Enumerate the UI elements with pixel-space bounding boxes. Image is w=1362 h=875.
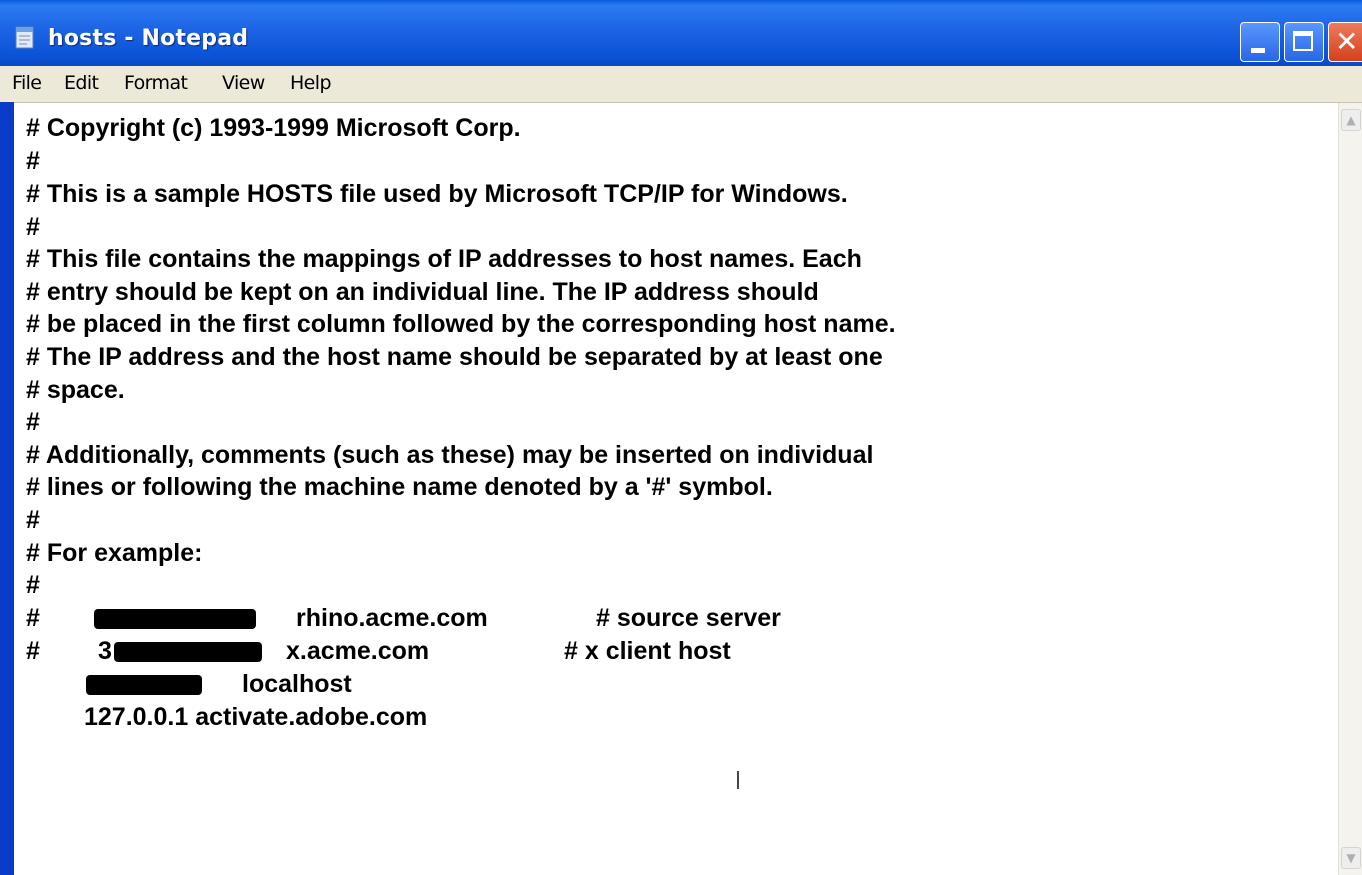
editor-line: # entry should be kept on an individual … [26, 278, 819, 306]
scroll-up-button[interactable]: ▲ [1341, 109, 1361, 131]
scroll-down-icon: ▼ [1346, 851, 1356, 865]
text-editor[interactable]: # Copyright (c) 1993-1999 Microsoft Corp… [14, 103, 1338, 875]
maximize-icon [1293, 31, 1313, 51]
editor-line: # This is a sample HOSTS file used by Mi… [26, 180, 848, 208]
title-bar[interactable]: hosts - Notepad ✕ [0, 0, 1362, 66]
editor-line: # [26, 408, 40, 436]
menu-edit[interactable]: Edit [64, 72, 99, 94]
minimize-button[interactable] [1240, 22, 1280, 62]
editor-line: # Additionally, comments (such as these)… [26, 441, 874, 469]
editor-line: # This file contains the mappings of IP … [26, 245, 862, 273]
editor-line: # For example: [26, 539, 203, 567]
example-hash: # [26, 637, 40, 665]
menu-view[interactable]: View [222, 72, 265, 94]
scroll-down-button[interactable]: ▼ [1341, 847, 1361, 869]
text-cursor [737, 771, 739, 789]
editor-line: # The IP address and the host name shoul… [26, 343, 883, 371]
window-title: hosts - Notepad [48, 26, 249, 51]
notepad-icon [15, 26, 34, 49]
scroll-up-icon: ▲ [1346, 113, 1356, 127]
menu-bar: File Edit Format View Help [0, 66, 1362, 103]
minimize-icon [1251, 48, 1265, 53]
editor-line: # [26, 506, 40, 534]
example-comment: # x client host [564, 637, 731, 665]
close-icon: ✕ [1335, 25, 1359, 58]
adobe-entry: 127.0.0.1 activate.adobe.com [84, 703, 428, 731]
window-border [0, 102, 14, 875]
menu-format[interactable]: Format [124, 72, 188, 94]
redacted-ip [86, 675, 202, 695]
editor-line: # space. [26, 376, 125, 404]
editor-line: # Copyright (c) 1993-1999 Microsoft Corp… [26, 114, 521, 142]
redacted-ip [114, 642, 262, 662]
editor-line: # lines or following the machine name de… [26, 473, 773, 501]
redacted-ip [94, 609, 256, 629]
editor-line: # be placed in the first column followed… [26, 310, 896, 338]
menu-file[interactable]: File [12, 72, 42, 94]
maximize-button[interactable] [1284, 22, 1324, 62]
localhost-entry: localhost [242, 670, 352, 698]
editor-line: # [26, 213, 40, 241]
vertical-scrollbar[interactable]: ▲ ▼ [1338, 103, 1362, 875]
editor-line: # [26, 571, 40, 599]
example-comment: # source server [596, 604, 781, 632]
editor-line: # [26, 147, 40, 175]
close-button[interactable]: ✕ [1328, 22, 1362, 62]
example-host: x.acme.com [286, 637, 430, 665]
example-host: rhino.acme.com [296, 604, 488, 632]
menu-help[interactable]: Help [290, 72, 332, 94]
example-hash: # [26, 604, 40, 632]
example-ip-fragment: 3 [98, 637, 112, 665]
